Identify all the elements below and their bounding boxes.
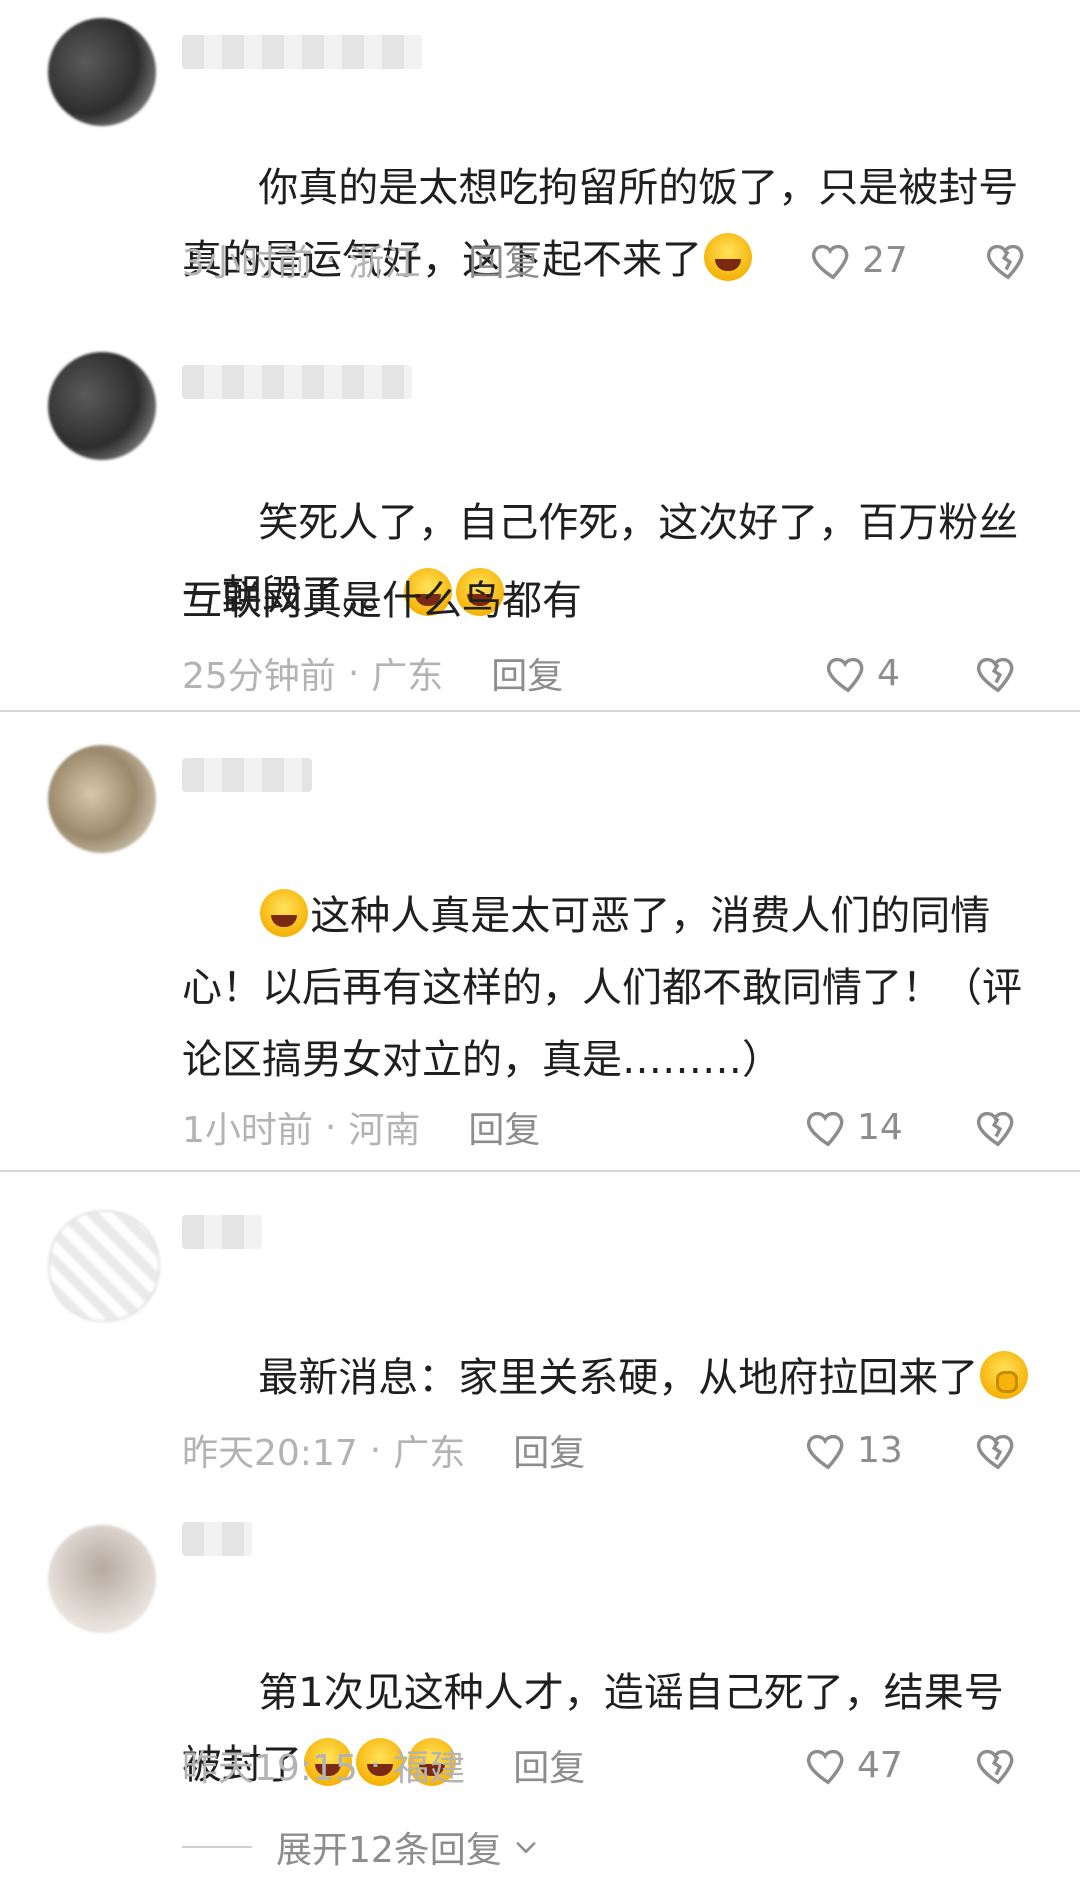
like-count: 27 [862,239,908,281]
avatar[interactable] [48,352,156,460]
comment-location: 河南 [348,1110,421,1151]
like-count: 13 [857,1429,903,1471]
avatar[interactable] [48,1210,160,1322]
like-button[interactable]: 13 [805,1425,903,1475]
expand-label: 展开12条回复 [276,1830,502,1871]
broken-heart-icon[interactable] [975,1742,1021,1788]
comments-page: 你真的是太想吃拘留所的饭了，只是被封号真的是运气好，这下起不来了 3小时前 · … [0,0,1080,1877]
like-count: 4 [877,652,900,694]
like-button[interactable]: 14 [805,1102,903,1152]
comment-location: 广东 [371,656,444,697]
comment-time: 1小时前 [182,1110,313,1151]
comment-meta: 25分钟前 · 广东 回复 [182,648,563,698]
grin-sweat-emoji [260,889,309,937]
expand-line [182,1846,252,1848]
avatar[interactable] [48,1525,156,1633]
expand-replies-button[interactable]: 展开12条回复 [182,1822,540,1872]
heart-outline-icon [806,1749,844,1785]
reply-button[interactable]: 回复 [513,1739,585,1791]
reply-button[interactable]: 回复 [491,647,563,699]
username-blurred[interactable] [182,1522,252,1556]
heart-outline-icon [806,1111,844,1147]
heart-outline-icon [806,1434,844,1470]
meta-separator: · [324,239,337,281]
comment-meta: 1小时前 · 河南 回复 [182,1102,540,1152]
like-count: 14 [857,1106,903,1148]
broken-heart-icon[interactable] [975,1104,1021,1150]
comment-time: 25分钟前 [182,656,336,697]
comment-meta: 昨天20:17 · 广东 回复 [182,1425,585,1475]
broken-heart-icon[interactable] [985,237,1031,283]
reply-button[interactable]: 回复 [468,234,540,286]
avatar[interactable] [48,18,156,126]
heart-outline-icon [826,657,864,693]
laugh-cry-emoji [704,233,752,281]
like-button[interactable]: 27 [810,235,908,285]
chevron-down-icon [516,1842,536,1853]
username-blurred[interactable] [182,1215,262,1249]
meta-separator: · [347,652,360,694]
broken-heart-icon[interactable] [975,650,1021,696]
username-blurred[interactable] [182,35,422,69]
username-blurred[interactable] [182,758,312,792]
ok-hand-emoji [980,1351,1029,1399]
like-button[interactable]: 47 [805,1740,903,1790]
comment-text: 你真的是太想吃拘留所的饭了，只是被封号真的是运气好，这下起不来了 [182,165,1019,283]
broken-heart-icon[interactable] [975,1427,1021,1473]
comment-meta: 3小时前 · 浙江 回复 [182,235,540,285]
comment-time: 3小时前 [182,243,313,284]
comment-time: 昨天20:17 [182,1433,358,1474]
comment-location: 浙江 [348,243,421,284]
meta-separator: · [369,1429,382,1471]
reply-button[interactable]: 回复 [513,1424,585,1476]
meta-separator: · [369,1744,382,1786]
heart-outline-icon [811,244,849,280]
comment-text-line2: 互联网真是什么鸟都有 [182,578,582,624]
reply-button[interactable]: 回复 [468,1101,540,1153]
username-blurred[interactable] [182,365,412,399]
comment-divider [0,710,1080,712]
comment-meta: 昨天19:15 · 福建 回复 [182,1740,585,1790]
comment-location: 福建 [393,1748,466,1789]
meta-separator: · [324,1106,337,1148]
comment-location: 广东 [393,1433,466,1474]
avatar[interactable] [48,745,156,853]
comment-divider [0,1170,1080,1172]
comment-time: 昨天19:15 [182,1748,358,1789]
like-count: 47 [857,1744,903,1786]
like-button[interactable]: 4 [825,648,900,698]
